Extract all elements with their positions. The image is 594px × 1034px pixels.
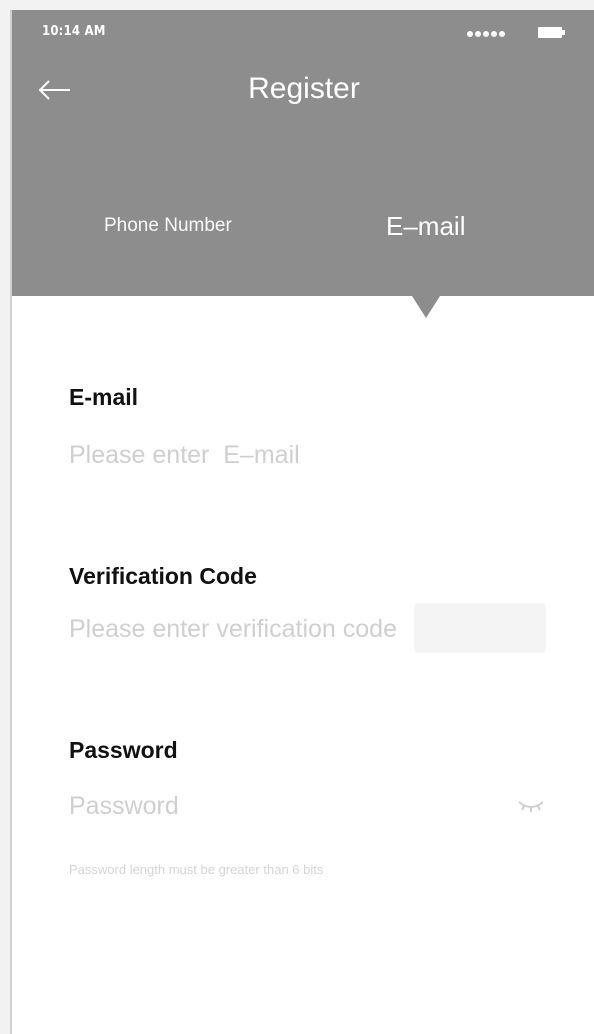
register-screen: 10:14 AM Register Phone Number E–mail E-… xyxy=(10,10,594,1034)
verification-code-input[interactable] xyxy=(69,609,409,649)
tab-phone-number[interactable]: Phone Number xyxy=(104,215,232,237)
tab-email[interactable]: E–mail xyxy=(386,211,465,242)
header: 10:14 AM Register Phone Number E–mail xyxy=(12,10,594,296)
status-time: 10:14 AM xyxy=(42,24,106,39)
get-code-button[interactable] xyxy=(414,603,546,653)
password-hint: Password length must be greater than 6 b… xyxy=(69,862,324,877)
eye-closed-icon[interactable] xyxy=(516,796,546,814)
password-input[interactable] xyxy=(69,786,499,826)
password-label: Password xyxy=(69,737,178,763)
battery-icon xyxy=(538,27,565,38)
email-input[interactable] xyxy=(69,435,549,475)
email-label: E-mail xyxy=(69,384,139,410)
signal-dots-icon xyxy=(467,31,505,37)
status-bar: 10:14 AM xyxy=(12,10,594,54)
verification-code-label: Verification Code xyxy=(69,563,257,589)
page-title: Register xyxy=(248,72,360,105)
tab-indicator xyxy=(412,296,440,318)
